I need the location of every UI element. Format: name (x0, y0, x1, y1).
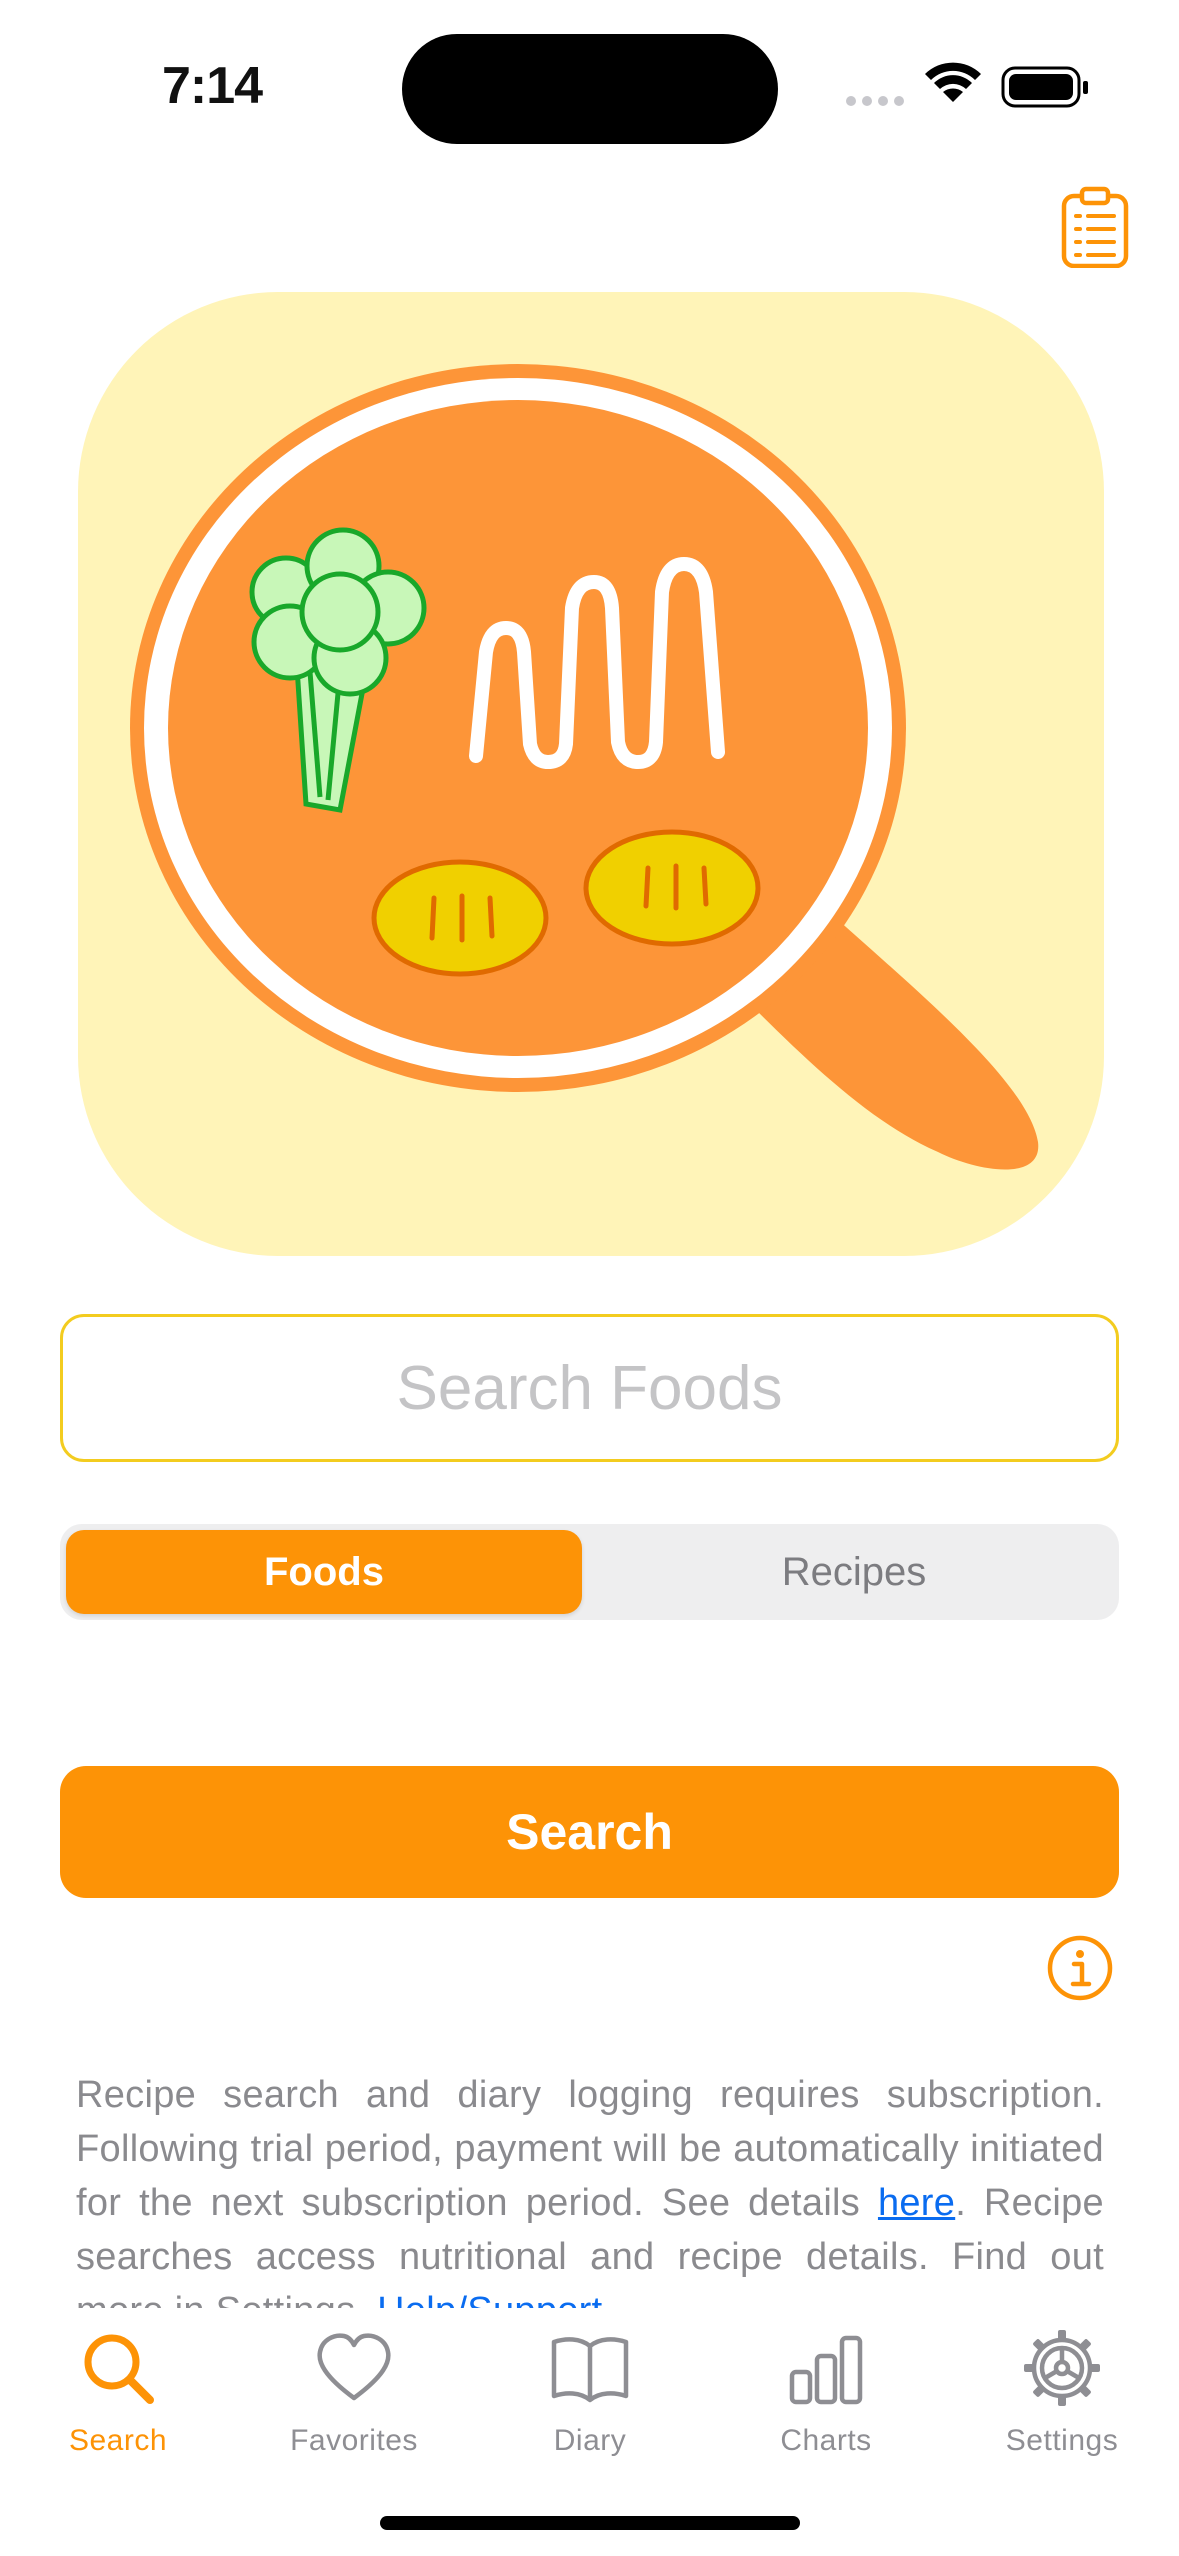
wifi-icon (925, 62, 981, 102)
app-logo-illustration (78, 292, 1104, 1256)
clipboard-list-icon[interactable] (1060, 186, 1130, 269)
segment-foods[interactable]: Foods (66, 1530, 582, 1614)
heart-icon (317, 2333, 391, 2401)
tab-label: Settings (1005, 2424, 1119, 2457)
gear-icon (1024, 2330, 1100, 2406)
tab-settings[interactable]: Settings (944, 2310, 1179, 2490)
tab-label: Charts (780, 2424, 872, 2457)
food-type-segmented-control: Foods Recipes (60, 1524, 1119, 1620)
segment-recipes[interactable]: Recipes (596, 1530, 1112, 1614)
home-indicator[interactable] (380, 2516, 800, 2530)
disclaimer-text-3: . (603, 2290, 614, 2308)
battery-icon (1001, 66, 1088, 108)
subscription-disclaimer: Recipe search and diary logging requires… (76, 2068, 1104, 2308)
magnifier-icon (84, 2334, 154, 2404)
tab-charts[interactable]: Charts (708, 2310, 944, 2490)
tab-label: Favorites (290, 2424, 418, 2457)
tab-diary[interactable]: Diary (472, 2310, 708, 2490)
cellular-signal-icon (846, 96, 904, 106)
help-support-link[interactable]: Help/Support (377, 2290, 602, 2308)
details-link[interactable]: here (878, 2182, 955, 2224)
info-circle-icon[interactable] (1046, 1934, 1114, 2002)
search-input[interactable] (60, 1314, 1119, 1462)
tab-label: Diary (553, 2424, 627, 2457)
tab-label: Search (68, 2424, 168, 2457)
search-button[interactable]: Search (60, 1766, 1119, 1898)
book-icon (551, 2337, 629, 2403)
bar-chart-icon (789, 2335, 863, 2405)
tab-search[interactable]: Search (0, 2310, 236, 2490)
tab-favorites[interactable]: Favorites (236, 2310, 472, 2490)
